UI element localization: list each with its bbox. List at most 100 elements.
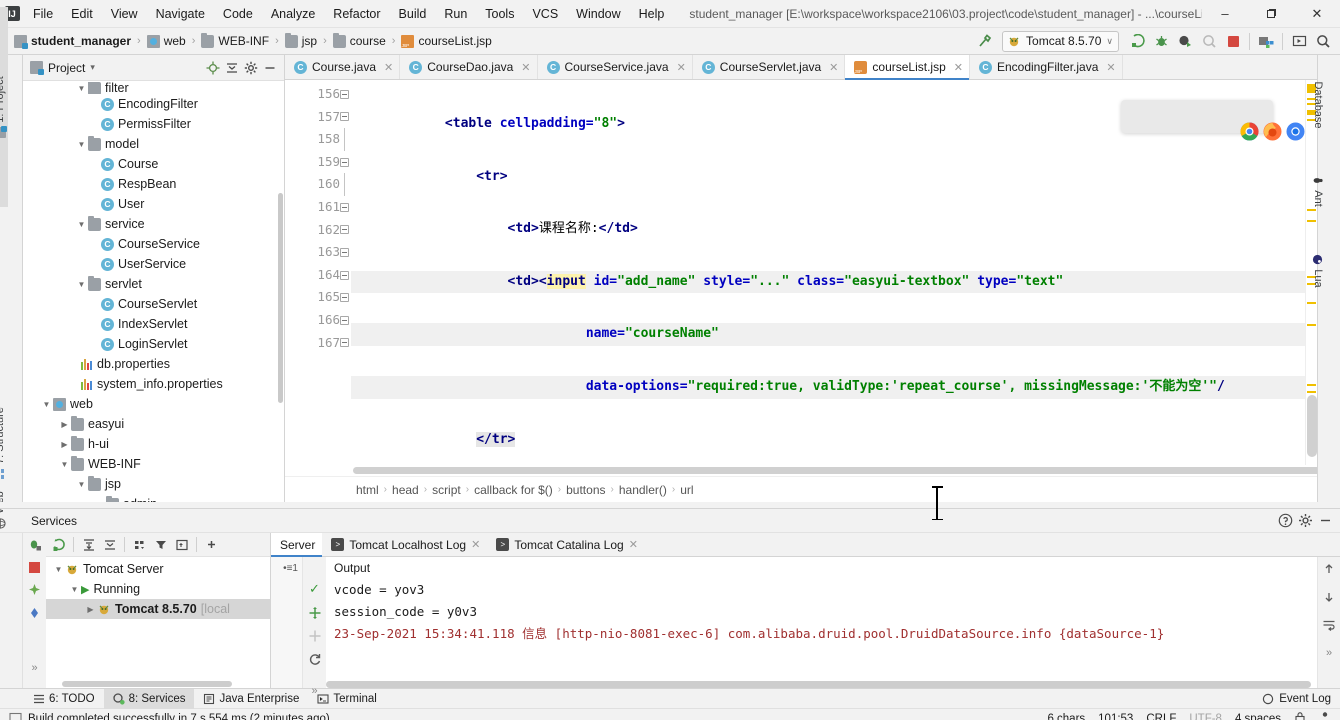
show-window-icon[interactable] [172, 535, 191, 554]
project-tree[interactable]: ▼ filter C EncodingFilter C PermissFilte… [23, 81, 284, 502]
update-icon[interactable] [1288, 30, 1310, 52]
chevron-down-icon[interactable]: ∨ [1106, 36, 1113, 47]
fold-toggle[interactable] [337, 151, 351, 174]
chevron-down-icon[interactable]: ▾ [90, 62, 95, 73]
edge-icon[interactable] [1245, 107, 1264, 126]
chromium-icon[interactable] [1176, 107, 1305, 141]
fold-minus-icon[interactable] [339, 157, 349, 167]
tab-courselist-jsp[interactable]: courseList.jsp ✕ [845, 55, 970, 80]
close-icon[interactable]: ✕ [1106, 61, 1115, 74]
chevron-right-icon[interactable]: ▶ [84, 605, 97, 614]
chrome-icon[interactable] [1130, 107, 1259, 141]
build-icon[interactable] [973, 30, 995, 52]
code-editor[interactable]: 156 157 158 159 160 161 162 163 164 165 … [285, 80, 1317, 465]
fold-toggle[interactable] [337, 264, 351, 287]
editor-services-splitter[interactable] [0, 486, 1340, 520]
chevron-down-icon[interactable]: ▼ [75, 220, 88, 229]
services-tree-item-running[interactable]: ▼ ▶ Running [46, 579, 270, 599]
internet-explorer-icon[interactable]: e [1222, 107, 1241, 126]
project-structure-icon[interactable] [1255, 30, 1277, 52]
redeploy-icon[interactable] [27, 605, 43, 621]
scroll-down-icon[interactable] [1321, 589, 1337, 605]
scrollbar-thumb[interactable] [353, 467, 1340, 474]
tab-course-java[interactable]: C Course.java ✕ [285, 55, 401, 79]
menu-refactor[interactable]: Refactor [324, 4, 389, 24]
run-configuration-selector[interactable]: Tomcat 8.5.70 ∨ [1002, 30, 1119, 52]
tree-item-jsp[interactable]: ▼ jsp [23, 474, 284, 494]
tree-item-indexservlet[interactable]: C IndexServlet [23, 314, 284, 334]
fold-minus-icon[interactable] [339, 270, 349, 280]
stop-icon[interactable] [1222, 30, 1244, 52]
fold-minus-icon[interactable] [339, 315, 349, 325]
close-icon[interactable]: ✕ [677, 61, 686, 74]
tree-item-filter[interactable]: ▼ filter [23, 82, 284, 94]
menu-help[interactable]: Help [630, 4, 674, 24]
tab-courseservlet-java[interactable]: C CourseServlet.java ✕ [693, 55, 846, 79]
hide-panel-icon[interactable] [261, 59, 279, 77]
tool-button-terminal[interactable]: Terminal [308, 689, 385, 709]
chevron-down-icon[interactable]: ▼ [75, 84, 88, 93]
hide-panel-icon[interactable] [1316, 512, 1334, 530]
breadcrumb-course[interactable]: course [328, 32, 391, 50]
tree-item-model[interactable]: ▼ model [23, 134, 284, 154]
collapse-all-icon[interactable] [100, 535, 119, 554]
chevron-down-icon[interactable]: ▼ [40, 400, 53, 409]
menu-run[interactable]: Run [435, 4, 476, 24]
breadcrumb-head[interactable]: head [387, 481, 424, 499]
tree-item-courseservlet[interactable]: C CourseServlet [23, 294, 284, 314]
tree-item-userservice[interactable]: C UserService [23, 254, 284, 274]
chevron-right-icon[interactable]: ▶ [58, 420, 71, 429]
menu-analyze[interactable]: Analyze [262, 4, 324, 24]
menu-edit[interactable]: Edit [62, 4, 102, 24]
services-tab-tomcat-catalina-log[interactable]: > Tomcat Catalina Log ✕ [487, 533, 645, 556]
close-icon[interactable]: ✕ [471, 538, 480, 551]
tree-item-permissfilter[interactable]: C PermissFilter [23, 114, 284, 134]
close-icon[interactable]: ✕ [629, 538, 638, 551]
chevron-down-icon[interactable]: ▼ [58, 460, 71, 469]
locate-icon[interactable] [204, 59, 222, 77]
chevron-down-icon[interactable]: ▼ [75, 480, 88, 489]
breadcrumb-callback[interactable]: callback for $() [469, 481, 558, 499]
tree-item-course[interactable]: C Course [23, 154, 284, 174]
debug-icon[interactable] [1150, 30, 1172, 52]
tool-window-button-project[interactable]: 1: Project [0, 7, 8, 207]
breadcrumb-script[interactable]: script [427, 481, 466, 499]
indent-setting[interactable]: 4 spaces [1235, 713, 1281, 720]
fold-toggle[interactable] [337, 106, 351, 129]
fold-toggle[interactable] [337, 83, 351, 106]
tool-button-java-enterprise[interactable]: Java Enterprise [194, 689, 308, 709]
chevron-right-icon[interactable]: ▶ [58, 440, 71, 449]
menu-window[interactable]: Window [567, 4, 629, 24]
marker-warning[interactable] [1307, 384, 1316, 386]
console-view-icon[interactable]: •≡1 [271, 557, 302, 579]
fold-toggle[interactable] [337, 219, 351, 242]
fold-toggle[interactable] [337, 241, 351, 264]
services-tree-scrollbar[interactable] [62, 681, 232, 687]
fold-minus-icon[interactable] [339, 112, 349, 122]
fold-toggle[interactable] [337, 286, 351, 309]
inspector-icon[interactable] [1319, 711, 1331, 720]
more-icon[interactable]: » [1321, 645, 1337, 661]
minimize-button[interactable]: – [1202, 0, 1248, 28]
editor-horizontal-scrollbar[interactable] [285, 465, 1340, 476]
breadcrumb-student-manager[interactable]: student_manager [9, 32, 136, 50]
run-coverage-icon[interactable] [1174, 30, 1196, 52]
editor-gutter[interactable]: 156 157 158 159 160 161 162 163 164 165 … [285, 80, 351, 465]
services-tree-item-tomcat-8570[interactable]: ▶ Tomcat 8.5.70 [local [46, 599, 270, 619]
close-icon[interactable]: ✕ [521, 61, 530, 74]
rerun-icon[interactable] [307, 606, 323, 620]
tree-item-easyui[interactable]: ▶ easyui [23, 414, 284, 434]
fold-toggle[interactable] [337, 332, 351, 355]
tree-item-system-info-properties[interactable]: system_info.properties [23, 374, 284, 394]
breadcrumb-course-list-jsp[interactable]: courseList.jsp [396, 32, 496, 50]
breadcrumb-html[interactable]: html [351, 481, 384, 499]
marker-warning[interactable] [1307, 391, 1316, 393]
breadcrumb-web-inf[interactable]: WEB-INF [196, 32, 274, 50]
line-separator[interactable]: CRLF [1146, 713, 1176, 720]
project-panel-title[interactable]: Project ▾ [30, 61, 95, 75]
tree-item-user[interactable]: C User [23, 194, 284, 214]
menu-build[interactable]: Build [390, 4, 436, 24]
file-encoding[interactable]: UTF-8 [1189, 713, 1222, 720]
fold-minus-icon[interactable] [339, 202, 349, 212]
tree-item-web-inf[interactable]: ▼ WEB-INF [23, 454, 284, 474]
